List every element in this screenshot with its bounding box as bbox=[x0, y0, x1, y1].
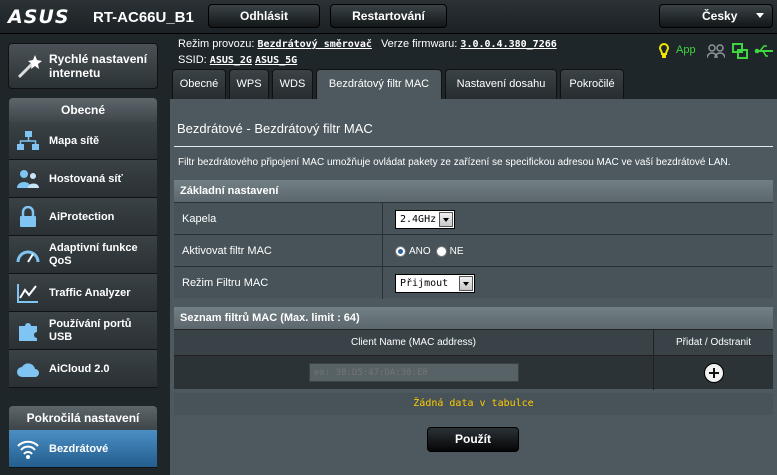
sidebar: Rychlé nastavení internetu Obecné Mapa s… bbox=[0, 35, 165, 475]
sidebar-item-guest-network[interactable]: Hostovaná síť bbox=[9, 160, 157, 198]
language-dropdown[interactable]: Česky bbox=[659, 4, 773, 28]
mac-address-input[interactable] bbox=[309, 363, 519, 382]
asus-logo: ASUS bbox=[8, 6, 70, 28]
filter-mode-row: Režim Filtru MAC Přijmout bbox=[174, 266, 773, 299]
advanced-menu: Bezdrátové bbox=[9, 430, 157, 468]
ssid-2g-link[interactable]: ASUS_2G bbox=[210, 55, 252, 66]
general-section-header: Obecné bbox=[9, 98, 157, 122]
mac-list-header: Seznam filtrů MAC (Max. limit : 64) bbox=[174, 307, 773, 329]
sidebar-item-label: Bezdrátové bbox=[49, 442, 109, 455]
tab-general[interactable]: Obecné bbox=[172, 69, 226, 99]
mac-filter-list-table: Seznam filtrů MAC (Max. limit : 64) Clie… bbox=[174, 307, 773, 390]
basic-settings-table: Základní nastavení Kapela 2.4GHz Aktivov… bbox=[174, 180, 773, 299]
sidebar-item-label: Používání portů USB bbox=[49, 318, 132, 343]
logout-button[interactable]: Odhlásit bbox=[208, 4, 320, 28]
sidebar-item-traffic-analyzer[interactable]: Traffic Analyzer bbox=[9, 274, 157, 312]
enable-no-radio[interactable] bbox=[435, 245, 447, 257]
main-panel: Bezdrátové - Bezdrátový filtr MAC Filtr … bbox=[170, 99, 777, 475]
advanced-section-header: Pokročilá nastavení bbox=[9, 406, 157, 430]
tab-range-settings[interactable]: Nastavení dosahu bbox=[445, 69, 557, 99]
router-model: RT-AC66U_B1 bbox=[93, 9, 194, 26]
operation-mode-label: Režim provozu: bbox=[178, 38, 255, 50]
ssid-5g-link[interactable]: ASUS_5G bbox=[255, 55, 297, 66]
bulb-icon[interactable] bbox=[658, 43, 670, 59]
filter-mode-cell: Přijmout bbox=[382, 267, 475, 299]
firmware-version-link[interactable]: 3.0.0.4.380_7266 bbox=[460, 39, 556, 50]
sidebar-item-label: Hostovaná síť bbox=[49, 172, 123, 185]
app-link[interactable]: App bbox=[676, 44, 696, 56]
general-menu: Mapa sítě Hostovaná síť AiProtection Ada… bbox=[9, 122, 157, 388]
page-title: Bezdrátové - Bezdrátový filtr MAC bbox=[177, 121, 373, 136]
usb-icon[interactable] bbox=[754, 43, 774, 59]
band-row: Kapela 2.4GHz bbox=[174, 202, 773, 235]
band-label: Kapela bbox=[182, 213, 217, 225]
enable-no-label: NE bbox=[449, 245, 464, 257]
operation-mode-link[interactable]: Bezdrátový směrovač bbox=[257, 39, 371, 50]
sidebar-item-label: Mapa sítě bbox=[49, 134, 100, 147]
enable-filter-row: Aktivovat filtr MAC ANO NE bbox=[174, 234, 773, 267]
top-bar: ASUS RT-AC66U_B1 Odhlásit Restartování Č… bbox=[0, 0, 777, 34]
language-label: Česky bbox=[702, 9, 738, 23]
empty-table-message: Žádná data v tabulce bbox=[174, 393, 773, 415]
band-cell: 2.4GHz bbox=[382, 203, 455, 235]
sidebar-item-aicloud[interactable]: AiCloud 2.0 bbox=[9, 350, 157, 388]
enable-yes-radio[interactable] bbox=[395, 245, 406, 257]
dropdown-arrow-icon bbox=[459, 275, 473, 291]
speedometer-icon bbox=[16, 250, 40, 263]
basic-settings-header: Základní nastavení bbox=[174, 180, 773, 202]
filter-mode-label: Režim Filtru MAC bbox=[182, 277, 269, 289]
page-description: Filtr bezdrátového připojení MAC umožňuj… bbox=[178, 157, 731, 168]
add-cell bbox=[653, 356, 773, 390]
sidebar-item-aiprotection[interactable]: AiProtection bbox=[9, 198, 157, 236]
users-icon bbox=[17, 170, 39, 188]
enable-yes-label: ANO bbox=[409, 245, 431, 257]
sidebar-item-wireless[interactable]: Bezdrátové bbox=[9, 430, 157, 468]
lock-icon bbox=[20, 206, 36, 227]
tab-advanced[interactable]: Pokročilé bbox=[560, 69, 624, 99]
band-select[interactable]: 2.4GHz bbox=[395, 209, 455, 229]
sidebar-item-label: AiCloud 2.0 bbox=[49, 362, 110, 375]
tab-mac-filter[interactable]: Bezdrátový filtr MAC bbox=[316, 69, 442, 99]
sidebar-item-label: Traffic Analyzer bbox=[49, 286, 131, 299]
mac-list-column-header: Client Name (MAC address) Přidat / Odstr… bbox=[174, 329, 773, 356]
quick-setup-label: Rychlé nastavení internetu bbox=[49, 52, 148, 80]
chevron-down-icon bbox=[756, 13, 764, 18]
ssid-label: SSID: bbox=[178, 54, 207, 66]
filter-mode-value: Přijmout bbox=[400, 277, 449, 289]
wifi-icon bbox=[17, 440, 39, 459]
puzzle-icon bbox=[19, 323, 37, 341]
sidebar-item-usb[interactable]: Používání portů USB bbox=[9, 312, 157, 350]
dropdown-arrow-icon bbox=[439, 211, 453, 227]
sidebar-item-network-map[interactable]: Mapa sítě bbox=[9, 122, 157, 160]
chart-line-icon bbox=[17, 284, 38, 303]
quick-setup-button[interactable]: Rychlé nastavení internetu bbox=[8, 43, 158, 89]
tab-wps[interactable]: WPS bbox=[229, 69, 269, 99]
sidebar-item-label: Adaptivní funkce QoS bbox=[49, 242, 138, 267]
filter-mode-select[interactable]: Přijmout bbox=[395, 273, 475, 293]
sidebar-item-adaptive-qos[interactable]: Adaptivní funkce QoS bbox=[9, 236, 157, 274]
firmware-label: Verze firmwaru: bbox=[380, 38, 458, 50]
status-info: Režim provozu: Bezdrátový směrovač Verze… bbox=[178, 36, 557, 68]
restart-button[interactable]: Restartování bbox=[330, 4, 447, 28]
clients-icon[interactable] bbox=[707, 43, 725, 59]
add-mac-button[interactable] bbox=[704, 363, 724, 383]
tab-wds[interactable]: WDS bbox=[272, 69, 313, 99]
sidebar-item-label: AiProtection bbox=[49, 210, 115, 223]
network-map-icon bbox=[17, 131, 39, 150]
enable-filter-label: Aktivovat filtr MAC bbox=[182, 245, 272, 257]
magic-wand-icon bbox=[17, 55, 42, 79]
apply-button[interactable]: Použít bbox=[427, 427, 519, 452]
network-status-icon[interactable] bbox=[732, 43, 748, 59]
column-client-name: Client Name (MAC address) bbox=[350, 337, 477, 348]
column-add-remove: Přidat / Odstranit bbox=[653, 330, 773, 356]
title-divider bbox=[174, 146, 773, 147]
cloud-icon bbox=[17, 363, 39, 377]
enable-filter-cell: ANO NE bbox=[382, 235, 469, 267]
mac-input-row bbox=[174, 355, 773, 390]
band-value: 2.4GHz bbox=[400, 213, 437, 225]
